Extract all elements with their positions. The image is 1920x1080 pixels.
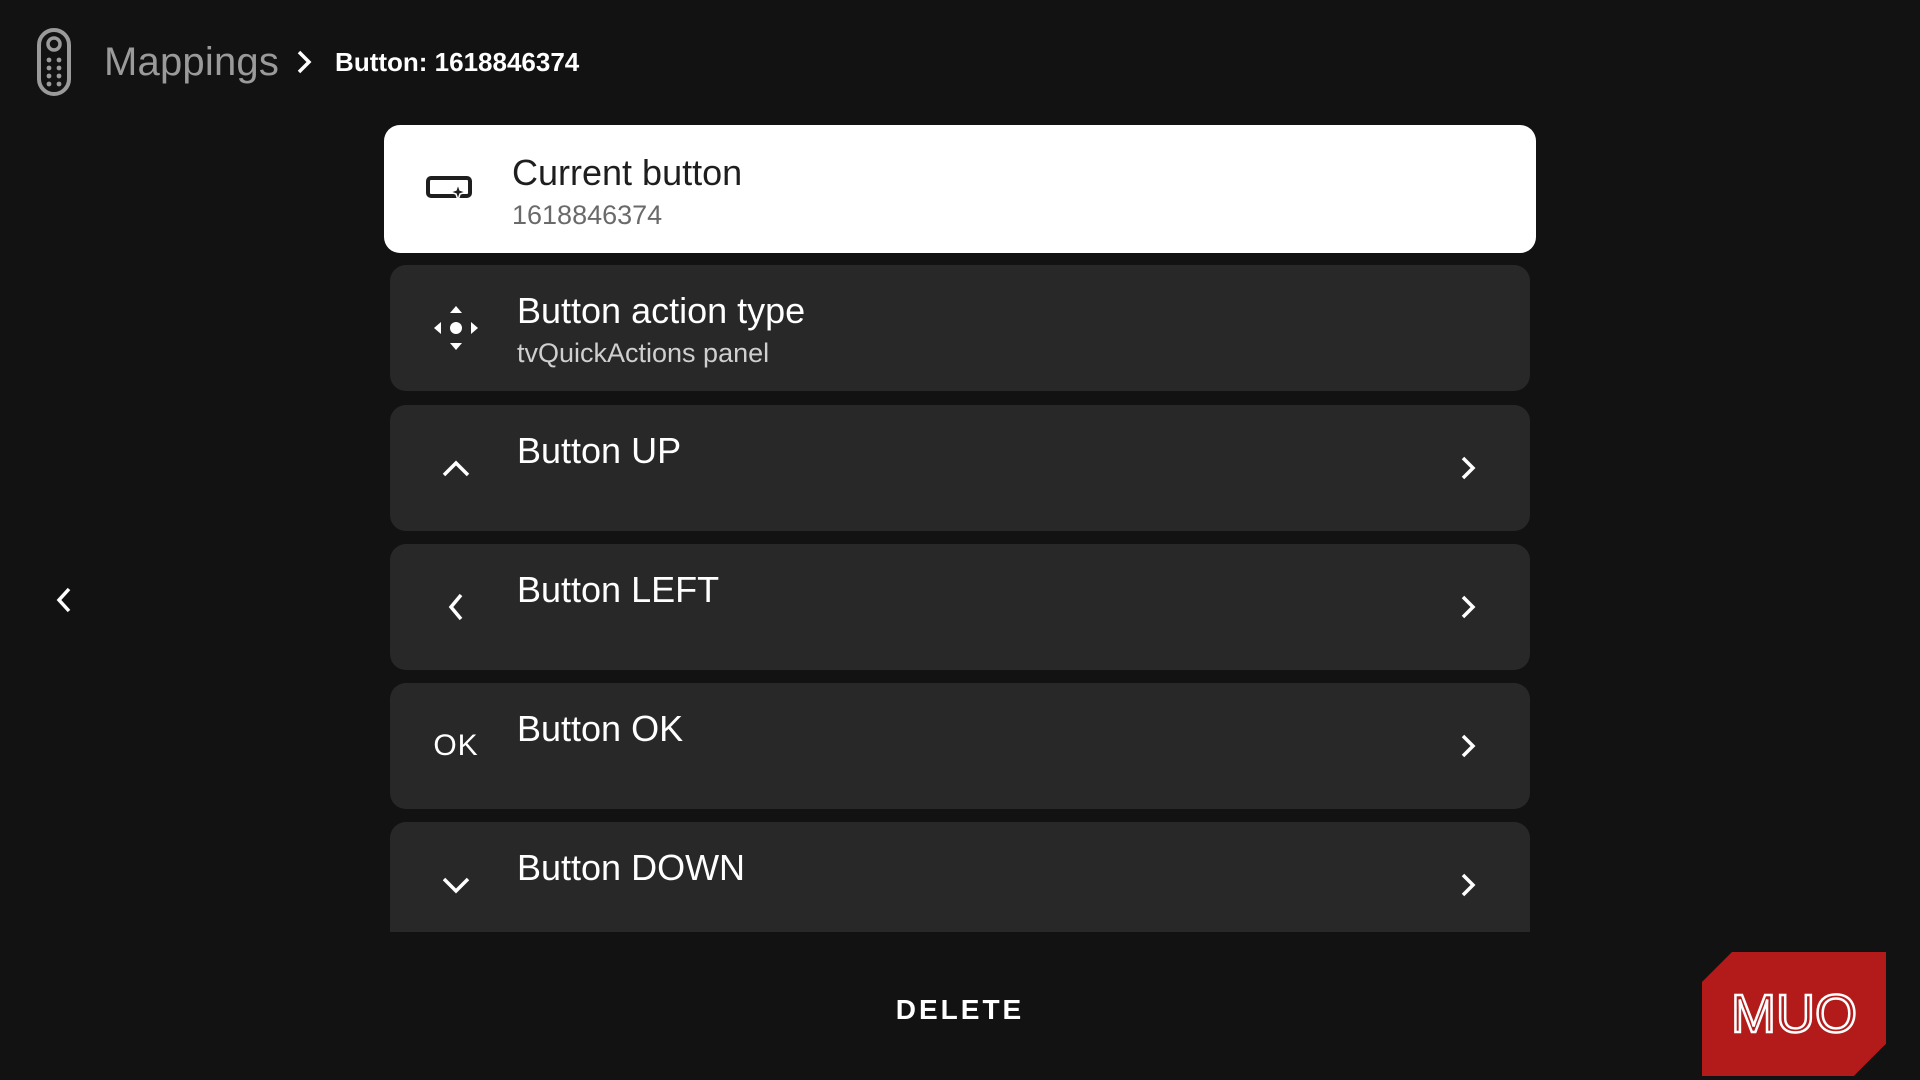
current-button-item[interactable]: Current button 1618846374	[384, 125, 1536, 253]
item-title: Button UP	[517, 430, 682, 471]
ok-icon: OK	[428, 683, 484, 809]
muo-watermark-logo: MUO	[1702, 952, 1889, 1079]
mapping-list[interactable]: Current button 1618846374 Button action …	[384, 125, 1536, 932]
dpad-icon	[428, 265, 484, 391]
button-action-type-item[interactable]: Button action type tvQuickActions panel	[390, 265, 1530, 391]
item-title: Button action type	[517, 290, 806, 331]
item-title: Button DOWN	[517, 847, 746, 888]
remote-icon	[36, 28, 74, 96]
breadcrumb-chevron-icon	[293, 48, 321, 76]
chevron-right-icon	[1456, 544, 1480, 670]
item-title: Button OK	[517, 708, 684, 749]
chevron-up-icon	[428, 405, 484, 531]
remote-button-icon	[422, 125, 478, 253]
button-ok-item[interactable]: OK Button OK	[390, 683, 1530, 809]
button-up-item[interactable]: Button UP	[390, 405, 1530, 531]
item-subtitle: tvQuickActions panel	[517, 338, 770, 368]
chevron-right-icon	[1456, 683, 1480, 809]
item-title: Button LEFT	[517, 569, 720, 610]
item-subtitle: 1618846374	[512, 200, 663, 230]
item-title: Current button	[512, 152, 743, 193]
chevron-left-icon	[428, 544, 484, 670]
chevron-right-icon	[1456, 405, 1480, 531]
ok-icon-label: OK	[433, 729, 479, 762]
watermark-text: MUO	[1731, 984, 1857, 1044]
breadcrumb-current: Button: 1618846374	[335, 46, 580, 77]
header: Mappings Button: 1618846374	[36, 24, 579, 100]
delete-button[interactable]: DELETE	[860, 994, 1060, 1026]
breadcrumb-root[interactable]: Mappings	[104, 40, 279, 85]
button-down-item[interactable]: Button DOWN	[390, 822, 1530, 932]
chevron-right-icon	[1456, 822, 1480, 932]
chevron-down-icon	[428, 822, 484, 932]
button-left-item[interactable]: Button LEFT	[390, 544, 1530, 670]
back-arrow-icon[interactable]	[48, 582, 80, 618]
app-root: Mappings Button: 1618846374 Current butt…	[0, 0, 1920, 1080]
